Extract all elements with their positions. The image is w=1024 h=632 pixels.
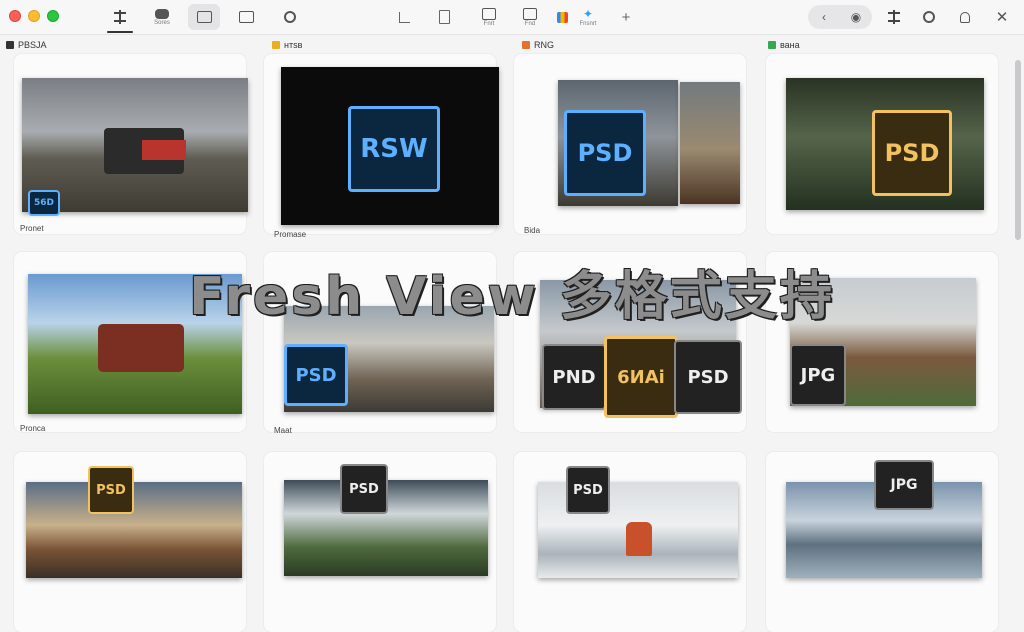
preferences-button[interactable] xyxy=(913,4,945,30)
cast-icon xyxy=(196,11,212,23)
image-thumbnail xyxy=(28,274,242,414)
close-window-button[interactable] xyxy=(9,10,21,22)
file-type-badge: JPG xyxy=(790,344,846,406)
image-card[interactable]: JPG xyxy=(766,452,998,632)
image-card[interactable]: PND 6ИAi PSD xyxy=(514,252,746,432)
file-type-badge: RSW xyxy=(348,106,440,192)
grid-icon xyxy=(114,9,126,24)
file-type-badge: PSD xyxy=(674,340,742,414)
column-title: нтsв xyxy=(284,40,303,50)
notifications-button[interactable] xyxy=(949,4,981,30)
color-palette-icon xyxy=(556,11,568,23)
image-caption: Bida xyxy=(524,226,541,235)
back-arrow-icon[interactable]: ‹ xyxy=(812,10,836,24)
monitor-icon xyxy=(482,7,496,20)
image-thumbnail xyxy=(26,482,242,578)
plus-icon: + xyxy=(621,8,631,26)
column-title: вана xyxy=(780,40,800,50)
file-type-badge: 6ИAi xyxy=(604,336,678,418)
file-type-badge: PSD xyxy=(564,110,646,196)
vertical-scrollbar[interactable] xyxy=(1015,60,1021,240)
column-label: нтsв xyxy=(272,40,302,50)
image-thumbnail xyxy=(680,82,740,204)
file-type-badge: PSD xyxy=(872,110,952,196)
file-type-badge: PND xyxy=(542,344,606,410)
gear-icon xyxy=(284,11,296,23)
image-card[interactable]: PSD xyxy=(766,54,998,234)
stats-button[interactable] xyxy=(388,4,420,30)
image-card[interactable]: Pronca xyxy=(14,252,246,433)
fnd-button[interactable]: Fnd xyxy=(514,4,546,30)
image-card[interactable]: PSD Bida xyxy=(514,54,746,235)
document-button[interactable] xyxy=(428,4,460,30)
column-label: PBSJA xyxy=(6,40,47,50)
image-icon xyxy=(768,41,776,49)
filter-button[interactable] xyxy=(878,4,910,30)
zoom-window-button[interactable] xyxy=(47,10,59,22)
image-caption: Pronca xyxy=(20,424,46,433)
image-icon xyxy=(522,41,530,49)
button-label: Fnrt xyxy=(483,20,495,27)
tab-label: Sores xyxy=(154,19,170,26)
file-type-icon xyxy=(6,41,14,49)
bar-chart-icon xyxy=(398,11,410,23)
fnsnrt-button[interactable]: ✦ Fnsnrt xyxy=(572,4,604,30)
document-icon xyxy=(438,10,450,24)
column-title: RNG xyxy=(534,40,554,50)
navigation-pill: ‹ ◉ xyxy=(808,5,872,29)
person-shape xyxy=(626,522,652,556)
column-label: вана xyxy=(768,40,800,50)
minimize-window-button[interactable] xyxy=(28,10,40,22)
button-label: Fnsnrt xyxy=(579,20,597,27)
close-button[interactable]: ✕ xyxy=(986,4,1018,30)
close-icon: ✕ xyxy=(995,9,1009,26)
image-card[interactable]: PSD xyxy=(14,452,246,632)
image-card[interactable]: JPG xyxy=(766,252,998,432)
folder-icon xyxy=(272,41,280,49)
image-caption: Pronet xyxy=(20,224,44,233)
image-card[interactable]: RSW Promase xyxy=(264,54,499,239)
filter-icon xyxy=(888,10,900,24)
tab-grid-view[interactable] xyxy=(104,4,136,33)
file-type-badge: PSD xyxy=(88,466,134,514)
bell-icon xyxy=(960,11,970,23)
window-icon xyxy=(523,7,537,20)
file-type-badge: JPG xyxy=(874,460,934,510)
cloud-icon xyxy=(155,8,169,19)
window-toolbar: Sores Fnrt Fnd ✦ Fnsnrt + ‹ ◉ ✕ xyxy=(0,0,1024,35)
file-type-badge: PSD xyxy=(566,466,610,514)
sparkle-icon: ✦ xyxy=(582,6,594,21)
file-type-badge: 56D xyxy=(28,190,60,216)
tab-cast[interactable] xyxy=(188,4,220,30)
image-card[interactable]: PSD xyxy=(514,452,746,632)
image-card[interactable]: 56D Pronet xyxy=(14,54,248,234)
file-type-badge: PSD xyxy=(340,464,388,514)
tab-settings[interactable] xyxy=(274,4,306,30)
truck-shape xyxy=(142,140,186,160)
fnrt-button[interactable]: Fnrt xyxy=(473,4,505,30)
column-title: PBSJA xyxy=(18,40,47,50)
image-caption: Maat xyxy=(274,426,292,435)
column-label: RNG xyxy=(522,40,554,50)
button-label: Fnd xyxy=(524,20,536,27)
tab-devices[interactable] xyxy=(230,4,262,30)
file-type-badge: PSD xyxy=(284,344,348,406)
tab-sores[interactable]: Sores xyxy=(146,4,178,30)
image-caption: Promase xyxy=(274,230,307,239)
image-card[interactable]: PSD Maat xyxy=(264,252,496,435)
car-shape xyxy=(98,324,184,372)
devices-icon xyxy=(238,11,254,23)
add-tab-button[interactable]: + xyxy=(610,4,642,30)
sync-icon[interactable]: ◉ xyxy=(844,10,868,24)
image-card[interactable]: PSD xyxy=(264,452,496,632)
gear-icon xyxy=(923,11,935,23)
